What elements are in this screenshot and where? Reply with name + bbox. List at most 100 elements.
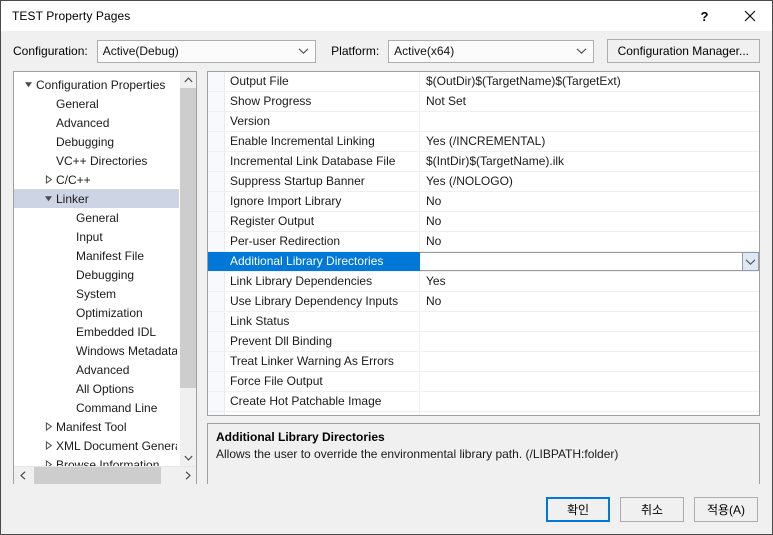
property-name: Prevent Dll Binding xyxy=(208,332,420,351)
property-row[interactable]: Link Status xyxy=(208,312,759,332)
property-row[interactable]: Specify Section Attributes xyxy=(208,412,759,415)
tree-item-label: Debugging xyxy=(76,267,135,282)
property-tree[interactable]: Configuration Properties General Advanced D… xyxy=(14,72,179,466)
scroll-left-icon[interactable] xyxy=(14,467,31,484)
tree-item[interactable]: Debugging xyxy=(14,265,179,284)
property-value[interactable]: No xyxy=(420,212,759,231)
property-value[interactable] xyxy=(420,412,759,415)
platform-select[interactable]: Active(x64) xyxy=(388,39,594,63)
tree-horizontal-scrollbar[interactable] xyxy=(14,466,196,484)
chevron-down-icon xyxy=(298,41,309,62)
tree-item[interactable]: Optimization xyxy=(14,303,179,322)
tree-item[interactable]: Advanced xyxy=(14,360,179,379)
tree-item[interactable]: Manifest Tool xyxy=(14,417,179,436)
property-row[interactable]: Ignore Import Library No xyxy=(208,192,759,212)
property-row[interactable]: Per-user Redirection No xyxy=(208,232,759,252)
tree-item-label: Advanced xyxy=(76,362,130,377)
scroll-right-icon[interactable] xyxy=(179,467,196,484)
property-row[interactable]: Suppress Startup Banner Yes (/NOLOGO) xyxy=(208,172,759,192)
property-name: Suppress Startup Banner xyxy=(208,172,420,191)
tree-item[interactable]: Advanced xyxy=(14,113,179,132)
tree-item[interactable]: Configuration Properties xyxy=(14,75,179,94)
configuration-toolbar: Configuration: Active(Debug) Platform: A… xyxy=(1,31,772,71)
property-value[interactable] xyxy=(420,352,759,371)
scroll-down-icon[interactable] xyxy=(180,450,196,466)
tree-item[interactable]: Command Line xyxy=(14,398,179,417)
property-row[interactable]: Link Library Dependencies Yes xyxy=(208,272,759,292)
expand-arrow-icon[interactable] xyxy=(40,194,56,203)
tree-item-label: C/C++ xyxy=(56,172,91,187)
tree-item[interactable]: Debugging xyxy=(14,132,179,151)
tree-item[interactable]: Windows Metadata xyxy=(14,341,179,360)
property-row[interactable]: Treat Linker Warning As Errors xyxy=(208,352,759,372)
configuration-select[interactable]: Active(Debug) xyxy=(96,39,316,63)
property-value[interactable] xyxy=(420,332,759,351)
tree-vertical-scrollbar[interactable] xyxy=(179,72,196,466)
property-value[interactable] xyxy=(420,312,759,331)
tree-item[interactable]: All Options xyxy=(14,379,179,398)
tree-scroll-track[interactable] xyxy=(180,88,196,450)
property-value[interactable]: Yes (/NOLOGO) xyxy=(420,172,759,191)
property-row[interactable]: Create Hot Patchable Image xyxy=(208,392,759,412)
tree-item[interactable]: VC++ Directories xyxy=(14,151,179,170)
collapse-arrow-icon[interactable] xyxy=(40,175,56,184)
tree-item-label: Windows Metadata xyxy=(76,343,177,358)
property-name: Show Progress xyxy=(208,92,420,111)
property-grid[interactable]: Output File $(OutDir)$(TargetName)$(Targe… xyxy=(207,71,760,416)
platform-label: Platform: xyxy=(331,44,380,58)
property-value[interactable] xyxy=(420,252,759,271)
property-row[interactable]: Output File $(OutDir)$(TargetName)$(Targe… xyxy=(208,72,759,92)
property-value[interactable]: No xyxy=(420,192,759,211)
tree-item[interactable]: System xyxy=(14,284,179,303)
tree-item[interactable]: Browse Information xyxy=(14,455,179,466)
configuration-label: Configuration: xyxy=(13,44,88,58)
tree-item-label: Linker xyxy=(56,191,89,206)
property-row[interactable]: Prevent Dll Binding xyxy=(208,332,759,352)
property-value[interactable]: Yes (/INCREMENTAL) xyxy=(420,132,759,151)
property-row[interactable]: Use Library Dependency Inputs No xyxy=(208,292,759,312)
cancel-button[interactable]: 취소 xyxy=(620,496,684,522)
property-value[interactable]: $(IntDir)$(TargetName).ilk xyxy=(420,152,759,171)
property-dropdown-button[interactable] xyxy=(742,252,759,271)
tree-hscroll-track[interactable] xyxy=(31,467,179,484)
tree-item[interactable]: Input xyxy=(14,227,179,246)
property-row[interactable]: Register Output No xyxy=(208,212,759,232)
tree-item-label: General xyxy=(56,96,99,111)
tree-item-label: All Options xyxy=(76,381,135,396)
property-row[interactable]: Incremental Link Database File $(IntDir)$… xyxy=(208,152,759,172)
property-value[interactable] xyxy=(420,112,759,131)
tree-item[interactable]: General xyxy=(14,208,179,227)
close-button[interactable] xyxy=(727,1,772,31)
tree-hscroll-thumb[interactable] xyxy=(34,467,161,484)
tree-item[interactable]: Manifest File xyxy=(14,246,179,265)
ok-button[interactable]: 확인 xyxy=(546,496,610,522)
property-value[interactable]: No xyxy=(420,292,759,311)
property-value[interactable] xyxy=(420,392,759,411)
property-value[interactable]: No xyxy=(420,232,759,251)
collapse-arrow-icon[interactable] xyxy=(40,422,56,431)
tree-item[interactable]: XML Document Genera xyxy=(14,436,179,455)
tree-scroll-thumb[interactable] xyxy=(180,88,196,388)
tree-item[interactable]: General xyxy=(14,94,179,113)
tree-item[interactable]: Linker xyxy=(14,189,179,208)
property-row[interactable]: Enable Incremental Linking Yes (/INCREMEN… xyxy=(208,132,759,152)
property-value[interactable]: Not Set xyxy=(420,92,759,111)
configuration-manager-button[interactable]: Configuration Manager... xyxy=(606,39,760,63)
scroll-up-icon[interactable] xyxy=(180,72,196,88)
property-row[interactable]: Version xyxy=(208,112,759,132)
collapse-arrow-icon[interactable] xyxy=(40,441,56,450)
tree-item[interactable]: Embedded IDL xyxy=(14,322,179,341)
apply-button[interactable]: 적용(A) xyxy=(694,496,758,522)
property-value[interactable]: Yes xyxy=(420,272,759,291)
tree-item[interactable]: C/C++ xyxy=(14,170,179,189)
property-value[interactable]: $(OutDir)$(TargetName)$(TargetExt) xyxy=(420,72,759,91)
expand-arrow-icon[interactable] xyxy=(20,80,36,89)
property-row[interactable]: Force File Output xyxy=(208,372,759,392)
collapse-arrow-icon[interactable] xyxy=(40,460,56,466)
property-row[interactable]: Show Progress Not Set xyxy=(208,92,759,112)
property-row[interactable]: Additional Library Directories xyxy=(208,252,759,272)
window-controls: ? xyxy=(682,1,772,31)
configuration-value: Active(Debug) xyxy=(102,44,179,58)
help-button[interactable]: ? xyxy=(682,1,727,31)
property-value[interactable] xyxy=(420,372,759,391)
